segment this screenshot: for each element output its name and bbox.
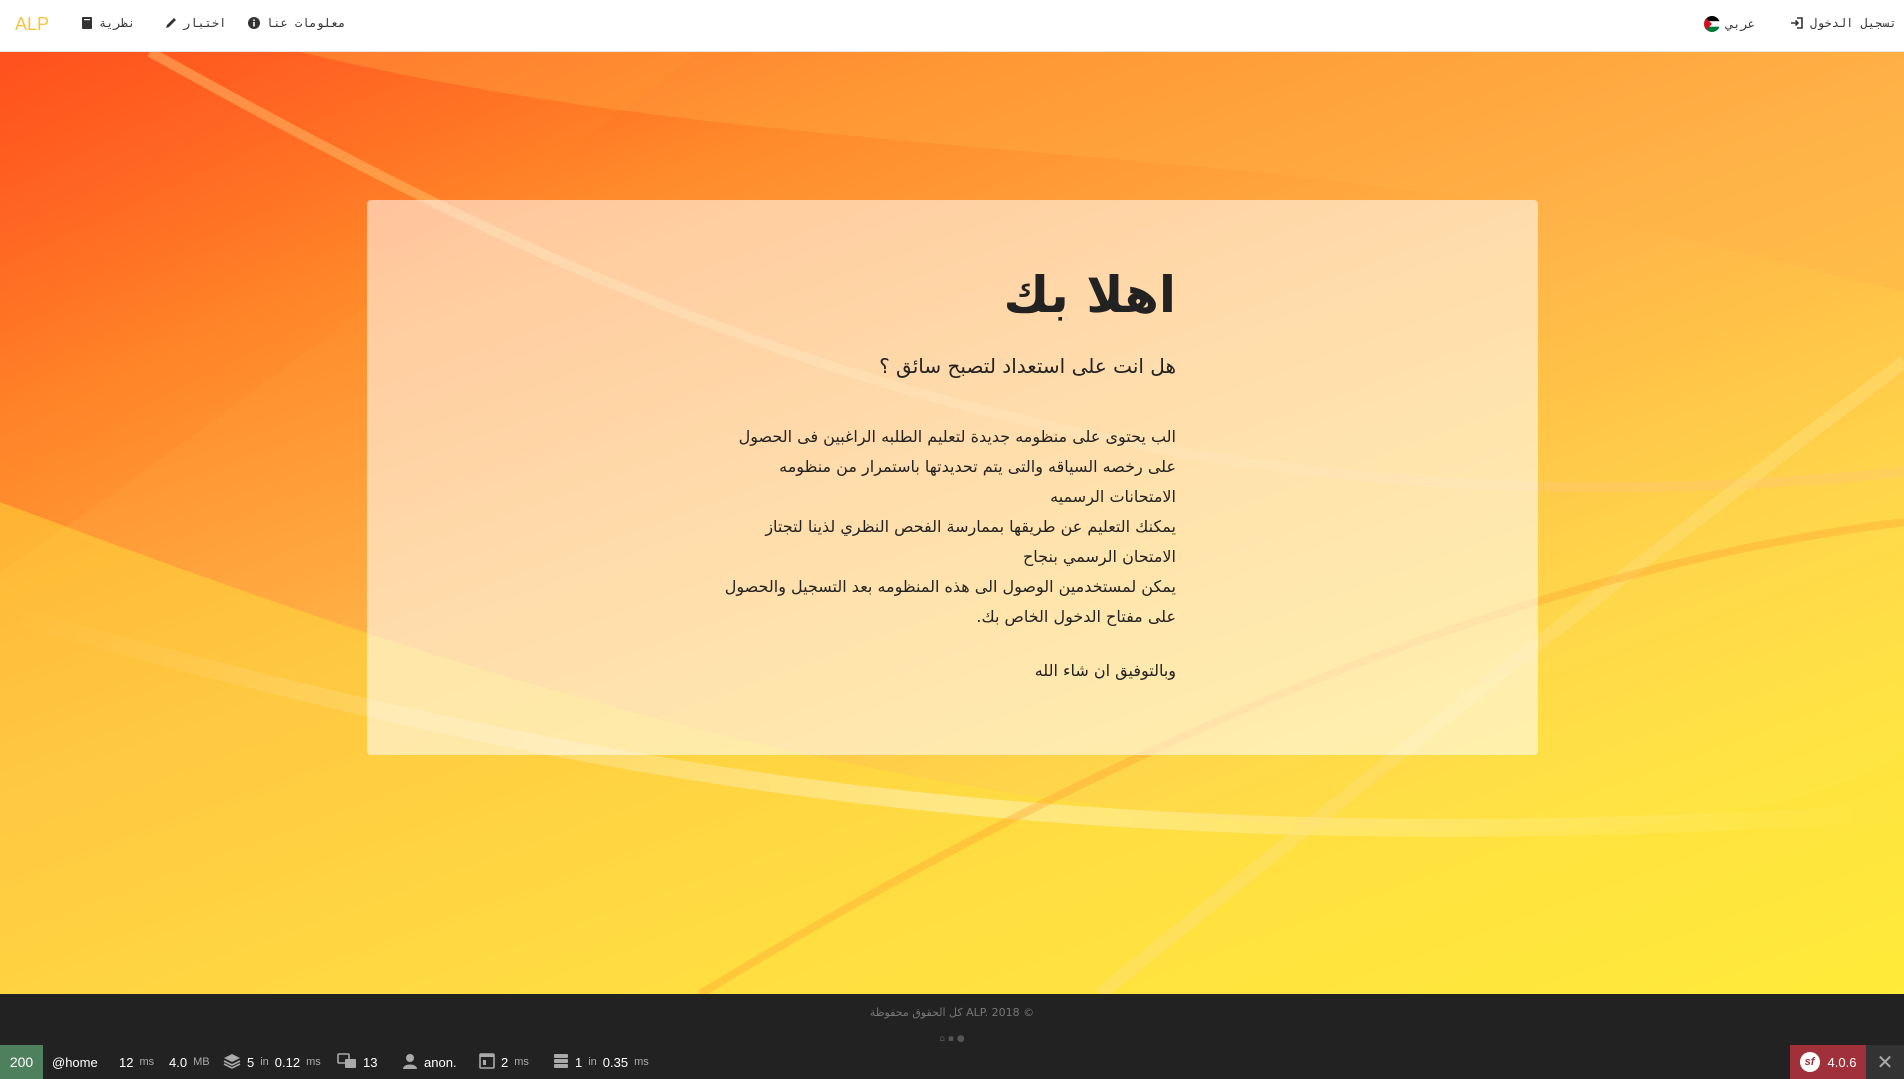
welcome-subtitle: هل انت على استعداد لتصبح سائق ؟	[879, 354, 1176, 378]
welcome-panel: اهلا بك هل انت على استعداد لتصبح سائق ؟ …	[367, 200, 1538, 755]
book-icon	[82, 17, 93, 29]
copyright-text: كل الحقوق محفوظة ALP. 2018 ©	[869, 1006, 1035, 1019]
twig-time: 2	[501, 1054, 509, 1070]
jordan-flag-icon	[1704, 16, 1720, 32]
footer-links: ⌂ ▪ ●	[0, 1034, 1904, 1042]
user-icon	[402, 1053, 418, 1072]
debug-toolbar: 200 @home 12 ms 4.0 MB 5 in 0.12 ms 13 a…	[0, 1045, 1904, 1079]
layers-icon	[223, 1053, 241, 1072]
intro-line: الامتحانات الرسميه	[1050, 487, 1176, 506]
home-icon: ⌂	[939, 1034, 945, 1042]
route-label: @home	[52, 1054, 98, 1070]
time-unit: ms	[139, 1056, 155, 1068]
intro-paragraph: الب يحتوى على منظومه جديدة لتعليم الطلبه…	[696, 422, 1176, 632]
db-unit: ms	[634, 1056, 649, 1068]
symfony-icon: sf	[1799, 1052, 1820, 1072]
template-icon	[479, 1052, 495, 1072]
db-queries: 1	[575, 1054, 583, 1070]
route-info[interactable]: @home	[52, 1045, 98, 1079]
intro-line: يمكن لمستخدمين الوصول الى هذه المنظومه ب…	[724, 577, 1176, 596]
login-link[interactable]: تسجيل الدخول	[1791, 16, 1897, 30]
status-code[interactable]: 200	[0, 1045, 43, 1079]
nav-test-label: اختبار	[183, 16, 227, 30]
language-selector[interactable]: عربي	[1704, 16, 1755, 32]
cache-info[interactable]: 5 in 0.12 ms	[223, 1045, 321, 1079]
memory-value: 4.0	[169, 1054, 188, 1070]
nav-about-label: معلومات عنا	[266, 16, 346, 30]
closing-text: وبالتوفيق ان شاء الله	[1034, 661, 1176, 680]
brand-logo[interactable]: ALP	[15, 14, 49, 35]
database-info[interactable]: 1 in 0.35 ms	[553, 1045, 649, 1079]
cache-in: in	[260, 1056, 269, 1068]
page-footer: كل الحقوق محفوظة ALP. 2018 © ⌂ ▪ ●	[0, 994, 1904, 1046]
close-icon: ✕	[1876, 1051, 1894, 1074]
sign-in-icon	[1791, 17, 1804, 29]
nav-about[interactable]: معلومات عنا	[248, 16, 345, 30]
book-icon: ▪	[947, 1034, 954, 1042]
translation-count: 13	[363, 1054, 378, 1070]
user-label: anon.	[424, 1054, 457, 1070]
user-info[interactable]: anon.	[402, 1045, 457, 1079]
db-time: 0.35	[602, 1054, 629, 1070]
database-icon	[553, 1053, 569, 1072]
pencil-icon	[165, 17, 177, 29]
symfony-version[interactable]: sf 4.0.6	[1790, 1045, 1866, 1079]
cache-unit: ms	[306, 1056, 321, 1068]
intro-line: يمكنك التعليم عن طريقها بممارسة الفحص ال…	[765, 517, 1176, 536]
db-in: in	[588, 1056, 597, 1068]
login-label: تسجيل الدخول	[1810, 16, 1897, 30]
translation-info[interactable]: 13	[337, 1045, 377, 1079]
intro-line: على رخصه السياقه والتى يتم تحديدتها باست…	[779, 457, 1176, 476]
time-value: 12	[119, 1054, 134, 1070]
nav-theory[interactable]: نظرية	[82, 16, 135, 30]
nav-test[interactable]: اختبار	[165, 16, 226, 30]
memory-unit: MB	[193, 1056, 210, 1068]
intro-line: على مفتاح الدخول الخاص بك.	[976, 607, 1176, 626]
twig-info[interactable]: 2 ms	[479, 1045, 529, 1079]
info-circle-icon: ●	[956, 1034, 965, 1042]
time-info[interactable]: 12 ms	[119, 1045, 154, 1079]
cache-count: 5	[247, 1054, 255, 1070]
translation-icon	[337, 1052, 357, 1072]
nav-theory-label: نظرية	[99, 16, 136, 30]
twig-unit: ms	[514, 1056, 529, 1068]
top-navbar: ALP نظرية اختبار معلومات عنا عربي تسجيل …	[0, 0, 1904, 52]
cache-time: 0.12	[274, 1054, 301, 1070]
close-toolbar-button[interactable]: ✕	[1866, 1045, 1904, 1079]
welcome-title: اهلا بك	[1003, 266, 1176, 324]
intro-line: الب يحتوى على منظومه جديدة لتعليم الطلبه…	[738, 427, 1176, 446]
version-label: 4.0.6	[1827, 1054, 1857, 1070]
intro-line: الامتحان الرسمي بنجاح	[1022, 547, 1176, 566]
language-label: عربي	[1726, 17, 1755, 31]
memory-info[interactable]: 4.0 MB	[169, 1045, 210, 1079]
info-circle-icon	[248, 17, 260, 29]
